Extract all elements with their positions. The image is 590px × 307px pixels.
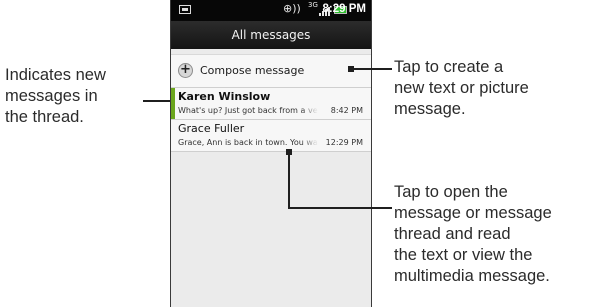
thread-preview: Grace, Ann is back in town. You want: [178, 138, 318, 147]
gps-icon: ⊕)): [283, 2, 301, 15]
notification-icon: [179, 5, 191, 14]
callout-line: Indicates new: [5, 66, 106, 84]
phone-screen: ⊕)) 3G 8:29 PM All messages + Compose me…: [170, 0, 372, 307]
callout-line: message or message: [394, 204, 552, 222]
thread-time: 12:29 PM: [325, 138, 363, 147]
thread-contact-name: Karen Winslow: [178, 90, 271, 103]
thread-contact-name: Grace Fuller: [178, 122, 245, 135]
callout-line: thread and read: [394, 225, 511, 243]
callout-line: messages in: [5, 87, 98, 105]
callout-dot: [286, 149, 292, 155]
callout-line: new text or picture: [394, 79, 529, 97]
plus-icon: +: [178, 63, 193, 78]
callout-line: Tap to create a: [394, 58, 504, 76]
status-bar: ⊕)) 3G 8:29 PM: [171, 0, 371, 21]
compose-label: Compose message: [200, 64, 305, 77]
network-3g-icon: 3G: [308, 1, 318, 9]
callout-leader-line: [288, 153, 290, 209]
unread-indicator-callout: Indicates new messages in the thread.: [5, 65, 106, 128]
callout-line: the thread.: [5, 108, 84, 126]
callout-line: Tap to open the: [394, 183, 508, 201]
thread-row[interactable]: Grace Fuller Grace, Ann is back in town.…: [171, 120, 371, 152]
thread-callout: Tap to open the message or message threa…: [394, 182, 552, 287]
clock: 8:29 PM: [322, 3, 366, 15]
unread-indicator: [171, 88, 175, 119]
callout-dot: [348, 66, 354, 72]
thread-time: 8:42 PM: [330, 106, 363, 115]
compose-message-button[interactable]: + Compose message: [171, 54, 371, 88]
thread-row[interactable]: Karen Winslow What's up? Just got back f…: [171, 88, 371, 120]
compose-callout: Tap to create a new text or picture mess…: [394, 57, 529, 120]
callout-leader-line: [351, 68, 392, 70]
message-list-empty-area: [171, 152, 371, 307]
callout-leader-line: [288, 207, 392, 209]
callout-line: the text or view the: [394, 246, 533, 264]
thread-preview: What's up? Just got back from a very l: [178, 106, 318, 115]
callout-leader-line: [143, 100, 170, 102]
callout-line: message.: [394, 100, 466, 118]
screen-title: All messages: [171, 21, 371, 49]
callout-line: multimedia message.: [394, 267, 550, 285]
